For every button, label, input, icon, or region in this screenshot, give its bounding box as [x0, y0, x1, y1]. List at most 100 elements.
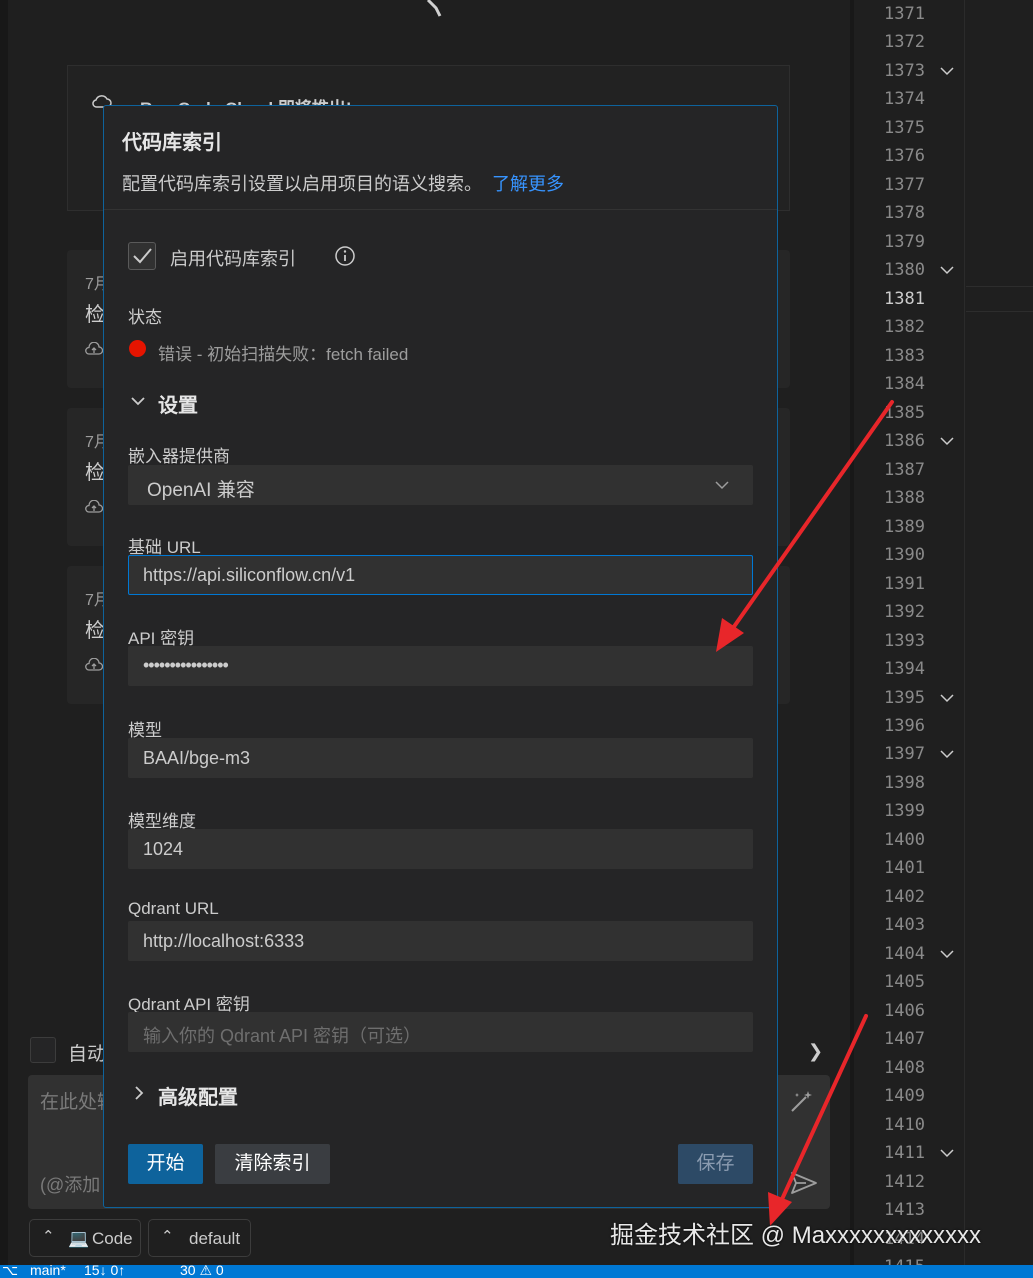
- line-number: 1385: [884, 402, 925, 423]
- line-number: 1380: [884, 260, 925, 281]
- editor-ruler: [964, 0, 965, 1265]
- fold-chevron-icon[interactable]: [938, 740, 956, 768]
- api-key-value: ••••••••••••••••: [143, 655, 229, 675]
- save-button[interactable]: 保存: [678, 1144, 753, 1184]
- qdrant-url-value: http://localhost:6333: [143, 931, 305, 951]
- fold-chevron-icon[interactable]: [938, 57, 956, 85]
- profile-selector[interactable]: ⌃ default: [148, 1219, 251, 1257]
- line-number: 1378: [884, 203, 925, 224]
- line-number: 1386: [884, 431, 925, 452]
- line-number: 1408: [884, 1057, 925, 1078]
- line-number: 1409: [884, 1086, 925, 1107]
- enable-indexing-checkbox[interactable]: [128, 242, 156, 270]
- embedder-provider-select[interactable]: OpenAI 兼容: [128, 465, 753, 505]
- line-number: 1395: [884, 687, 925, 708]
- checkmark-icon: [133, 248, 152, 264]
- dimension-value: 1024: [143, 839, 184, 859]
- line-number: 1382: [884, 317, 925, 338]
- chevron-right-icon: [135, 1086, 144, 1100]
- enable-indexing-label: 启用代码库索引: [170, 249, 296, 269]
- fold-chevron-icon[interactable]: [938, 684, 956, 712]
- chevron-up-icon: ⌃: [161, 1228, 174, 1245]
- line-number: 1376: [884, 146, 925, 167]
- cloud-upload-icon[interactable]: [85, 500, 103, 514]
- status-bar: ⌥ main* 15↓ 0↑ 30 ⚠ 0: [0, 1265, 1033, 1278]
- chevron-right-icon[interactable]: ❯: [808, 1041, 823, 1062]
- line-number: 1373: [884, 60, 925, 81]
- model-input[interactable]: BAAI/bge-m3: [128, 738, 753, 778]
- line-number: 1384: [884, 374, 925, 395]
- line-number: 1372: [884, 32, 925, 53]
- auto-approve-checkbox[interactable]: [30, 1037, 56, 1063]
- line-number: 1396: [884, 716, 925, 736]
- line-number: 1410: [884, 1114, 925, 1135]
- dialog-header: 代码库索引 配置代码库索引设置以启用项目的语义搜索。 了解更多: [104, 106, 777, 210]
- error-status-dot: [129, 340, 146, 357]
- learn-more-link[interactable]: 了解更多: [492, 174, 564, 194]
- line-number: 1392: [884, 602, 925, 623]
- line-number: 1407: [884, 1029, 925, 1050]
- fold-chevron-icon[interactable]: [938, 256, 956, 284]
- line-number: 1381: [884, 288, 925, 309]
- line-number: 1403: [884, 915, 925, 936]
- panel-edge: [0, 0, 8, 1265]
- line-number: 1371: [884, 4, 925, 24]
- qdrant-url-input[interactable]: http://localhost:6333: [128, 921, 753, 961]
- chat-hint: (@添加: [40, 1175, 101, 1195]
- line-number: 1404: [884, 943, 925, 964]
- dimension-input[interactable]: 1024: [128, 829, 753, 869]
- line-number: 1383: [884, 345, 925, 366]
- dialog-title: 代码库索引: [122, 132, 222, 154]
- line-number: 1393: [884, 630, 925, 651]
- line-number: 1406: [884, 1000, 925, 1021]
- chevron-down-icon: [131, 397, 145, 406]
- chevron-down-icon: [715, 481, 729, 490]
- api-key-input[interactable]: ••••••••••••••••: [128, 646, 753, 686]
- line-number: 1377: [884, 174, 925, 195]
- send-icon[interactable]: [790, 1171, 818, 1195]
- fold-chevron-icon[interactable]: [938, 1139, 956, 1167]
- remote-icon[interactable]: ⌥: [2, 1265, 18, 1278]
- sync-indicator[interactable]: 15↓ 0↑: [84, 1265, 125, 1278]
- line-number: 1374: [884, 89, 925, 110]
- settings-label: 设置: [158, 395, 198, 417]
- line-number: 1400: [884, 829, 925, 850]
- start-button[interactable]: 开始: [128, 1144, 203, 1184]
- task-title: 检: [85, 620, 105, 642]
- info-icon[interactable]: [334, 245, 356, 267]
- line-number: 1379: [884, 231, 925, 252]
- branch-indicator[interactable]: main*: [30, 1265, 66, 1278]
- qdrant-key-input[interactable]: 输入你的 Qdrant API 密钥（可选）: [128, 1012, 753, 1052]
- line-number: 1387: [884, 459, 925, 480]
- advanced-label: 高级配置: [158, 1087, 238, 1109]
- fold-chevron-icon[interactable]: [938, 427, 956, 455]
- line-number: 1389: [884, 516, 925, 537]
- chevron-up-icon: ⌃: [42, 1228, 55, 1245]
- model-value: BAAI/bge-m3: [143, 748, 251, 768]
- line-number: 1405: [884, 972, 925, 993]
- problems-indicator[interactable]: 30 ⚠ 0: [180, 1265, 224, 1278]
- cloud-upload-icon[interactable]: [85, 658, 103, 672]
- line-number: 1415: [850, 1253, 925, 1265]
- clear-index-button[interactable]: 清除索引: [215, 1144, 330, 1184]
- line-number: 1398: [884, 772, 925, 793]
- line-number: 1399: [884, 801, 925, 822]
- base-url-input[interactable]: https://api.siliconflow.cn/v1: [128, 555, 753, 595]
- line-number: 1391: [884, 573, 925, 594]
- magic-wand-icon[interactable]: [788, 1089, 814, 1115]
- mode-selector[interactable]: ⌃ 💻 Code: [29, 1219, 141, 1257]
- laptop-icon: 💻: [68, 1229, 90, 1248]
- description-text: 配置代码库索引设置以启用项目的语义搜索。: [122, 174, 482, 194]
- task-title: 检: [85, 304, 105, 326]
- fold-chevron-icon[interactable]: [938, 940, 956, 968]
- provider-value: OpenAI 兼容: [147, 480, 255, 501]
- cloud-upload-icon[interactable]: [85, 342, 103, 356]
- editor-gutter: 1371 1372 1373 1374 1375 1376 1377 1378 1379 1380…: [850, 0, 1033, 1265]
- current-line-highlight: [966, 286, 1033, 312]
- dialog-description: 配置代码库索引设置以启用项目的语义搜索。 了解更多: [122, 170, 564, 196]
- codebase-index-dialog: 代码库索引 配置代码库索引设置以启用项目的语义搜索。 了解更多 启用代码库索引 状…: [103, 105, 778, 1208]
- profile-label: default: [189, 1229, 241, 1248]
- line-number: 1411: [884, 1143, 925, 1164]
- provider-label: 嵌入器提供商: [128, 447, 230, 466]
- base-url-value: https://api.siliconflow.cn/v1: [143, 565, 356, 585]
